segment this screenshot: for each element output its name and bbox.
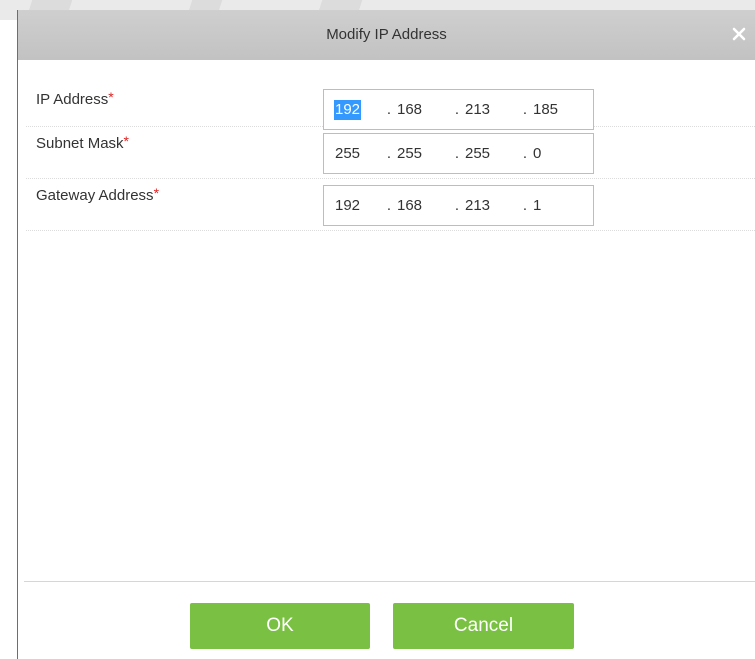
octet-separator: . — [386, 197, 392, 214]
ip-address-octet-3[interactable]: . 213 — [450, 90, 518, 129]
required-mark: * — [153, 185, 160, 201]
ip-address-octet-1[interactable]: 192 — [324, 90, 382, 129]
gateway-address-octet-3-value: 213 — [465, 196, 491, 214]
gateway-address-label-text: Gateway Address — [36, 187, 154, 204]
subnet-mask-label: Subnet Mask* — [36, 133, 129, 152]
subnet-mask-label-text: Subnet Mask — [36, 135, 124, 152]
octet-separator: . — [522, 145, 528, 162]
ip-address-octet-4[interactable]: . 185 — [518, 90, 588, 129]
footer-divider — [24, 581, 755, 582]
required-mark: * — [123, 133, 129, 149]
octet-separator: . — [454, 101, 460, 118]
gateway-address-octet-1[interactable]: 192 — [324, 186, 382, 225]
ip-address-octet-2-value: 168 — [397, 100, 423, 118]
octet-separator: . — [522, 197, 528, 214]
gateway-address-octet-1-value: 192 — [335, 196, 361, 214]
subnet-mask-octet-2[interactable]: . 255 — [382, 134, 450, 173]
subnet-mask-octet-3[interactable]: . 255 — [450, 134, 518, 173]
subnet-mask-octet-1-value: 255 — [335, 144, 361, 162]
octet-separator: . — [522, 101, 528, 118]
octet-separator: . — [386, 145, 392, 162]
gateway-address-row: Gateway Address* 192 . 168 . 213 . 1 — [26, 179, 755, 231]
octet-separator: . — [386, 101, 392, 118]
page: Modify IP Address IP Address* 192 . 168 … — [0, 0, 755, 659]
octet-separator: . — [454, 197, 460, 214]
subnet-mask-octet-2-value: 255 — [397, 144, 423, 162]
ok-button[interactable]: OK — [190, 603, 370, 649]
subnet-mask-octet-4-value: 0 — [533, 144, 542, 162]
ip-address-octet-3-value: 213 — [465, 100, 491, 118]
gateway-address-octet-2-value: 168 — [397, 196, 423, 214]
gateway-address-octet-4-value: 1 — [533, 196, 542, 214]
subnet-mask-octet-4[interactable]: . 0 — [518, 134, 588, 173]
close-icon[interactable] — [729, 24, 749, 44]
subnet-mask-row: Subnet Mask* 255 . 255 . 255 . 0 — [26, 127, 755, 179]
ip-address-label: IP Address* — [36, 89, 114, 108]
ip-settings-form: IP Address* 192 . 168 . 213 . 185 Subnet… — [26, 81, 755, 231]
ip-address-octet-1-value: 192 — [334, 99, 362, 120]
modify-ip-dialog: Modify IP Address IP Address* 192 . 168 … — [17, 10, 755, 659]
subnet-mask-octet-3-value: 255 — [465, 144, 491, 162]
ip-address-octet-4-value: 185 — [533, 100, 559, 118]
ip-address-input[interactable]: 192 . 168 . 213 . 185 — [323, 89, 594, 130]
ip-address-row: IP Address* 192 . 168 . 213 . 185 — [26, 81, 755, 130]
gateway-address-octet-4[interactable]: . 1 — [518, 186, 588, 225]
ip-address-octet-2[interactable]: . 168 — [382, 90, 450, 129]
octet-separator: . — [454, 145, 460, 162]
dialog-title-bar: Modify IP Address — [18, 10, 755, 60]
subnet-mask-input[interactable]: 255 . 255 . 255 . 0 — [323, 133, 594, 174]
dialog-title: Modify IP Address — [326, 26, 447, 43]
ip-address-label-text: IP Address — [36, 91, 109, 108]
gateway-address-octet-3[interactable]: . 213 — [450, 186, 518, 225]
required-mark: * — [108, 89, 114, 105]
gateway-address-label: Gateway Address* — [36, 185, 159, 204]
subnet-mask-octet-1[interactable]: 255 — [324, 134, 382, 173]
gateway-address-octet-2[interactable]: . 168 — [382, 186, 450, 225]
cancel-button[interactable]: Cancel — [393, 603, 574, 649]
gateway-address-input[interactable]: 192 . 168 . 213 . 1 — [323, 185, 594, 226]
